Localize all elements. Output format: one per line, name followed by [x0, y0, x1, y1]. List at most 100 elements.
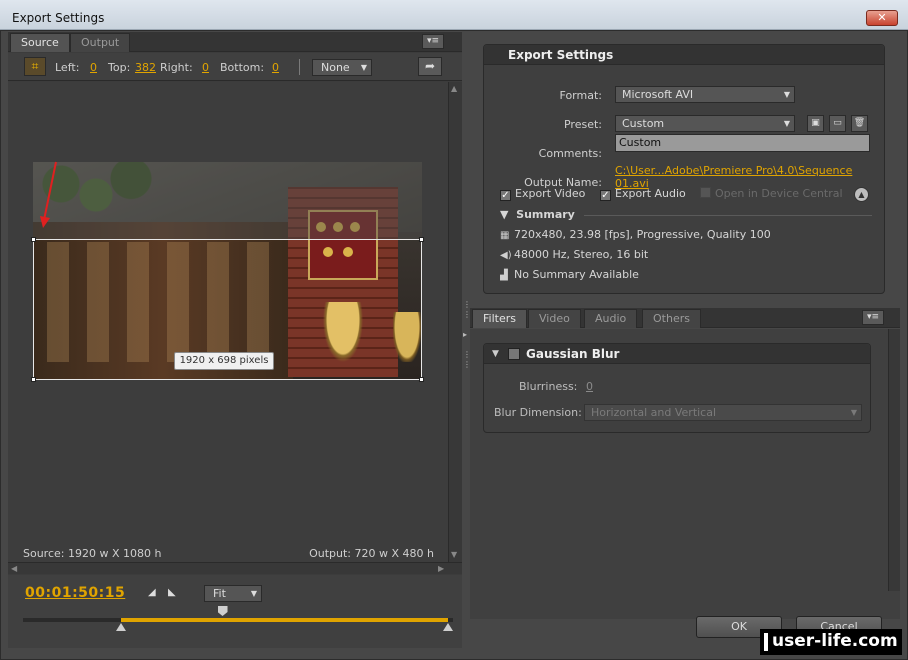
work-area-bar[interactable] [121, 618, 448, 622]
in-point-marker[interactable] [116, 623, 127, 631]
blur-dimension-dropdown[interactable]: Horizontal and Vertical ▼ [584, 404, 862, 421]
summary-other: ▟ No Summary Available [500, 268, 639, 281]
blurriness-value[interactable]: 0 [586, 380, 593, 393]
filter-tabs: Filters Video Audio Others ▾≡ [470, 308, 900, 328]
crop-left-value[interactable]: 0 [90, 61, 97, 74]
out-point-marker[interactable] [443, 623, 453, 631]
export-video-label: Export Video [515, 187, 586, 200]
scroll-down-icon[interactable]: ▼ [451, 550, 457, 559]
title-bar: Export Settings ✕ [0, 0, 908, 30]
tab-output[interactable]: Output [70, 33, 131, 52]
crop-handle[interactable] [419, 237, 424, 242]
triangle-down-icon[interactable]: ▼ [492, 344, 499, 364]
set-out-point-icon[interactable]: ◣ [168, 587, 176, 598]
save-preset-icon[interactable]: ▣ [807, 115, 824, 132]
tab-others[interactable]: Others [642, 309, 701, 328]
output-dimensions: Output: 720 w X 480 h [309, 547, 434, 560]
export-audio-label: Export Audio [615, 187, 686, 200]
format-dropdown[interactable]: Microsoft AVI ▼ [615, 86, 795, 103]
panel-divider[interactable]: ⋮ ⋮ ▸ ⋮ ⋮ [463, 300, 471, 380]
film-icon: ▦ [500, 230, 510, 241]
crop-bottom-value[interactable]: 0 [272, 61, 279, 74]
crop-toolbar: ⌗ Left: 0 Top: 382 Right: 0 Bottom: 0 No… [8, 53, 462, 81]
format-value: Microsoft AVI [622, 88, 694, 101]
collapse-up-icon[interactable]: ▲ [854, 187, 869, 202]
preset-value: Custom [622, 117, 665, 130]
window-title: Export Settings [12, 11, 105, 25]
crop-aspect-dropdown[interactable]: None ▼ [312, 59, 372, 76]
close-button[interactable]: ✕ [866, 10, 898, 26]
playhead-icon[interactable] [217, 606, 228, 616]
crop-bottom-label: Bottom: [220, 61, 265, 74]
crop-icon[interactable]: ⌗ [24, 57, 46, 76]
source-output-tabs: Source Output ▾≡ [8, 32, 462, 52]
red-arrow-annotation [40, 161, 57, 228]
timecode[interactable]: 00:01:50:15 [25, 585, 125, 601]
summary-video: ▦ 720x480, 23.98 [fps], Progressive, Qual… [500, 228, 771, 241]
gaussian-blur-title: Gaussian Blur [526, 347, 620, 361]
tab-filters[interactable]: Filters [472, 309, 527, 328]
gaussian-blur-group: ▼ Gaussian Blur Blurriness: 0 Blur Dimen… [483, 343, 871, 433]
blurriness-label: Blurriness: [519, 380, 578, 393]
checkmark-icon: ✓ [600, 190, 611, 201]
chevron-down-icon: ▼ [783, 119, 790, 128]
blur-dimension-label: Blur Dimension: [494, 406, 582, 419]
preset-dropdown[interactable]: Custom ▼ [615, 115, 795, 132]
device-central-label: Open in Device Central [715, 187, 843, 200]
device-central-checkbox[interactable]: Open in Device Central [700, 187, 843, 200]
crop-size-tag: 1920 x 698 pixels [174, 352, 274, 370]
crop-right-label: Right: [160, 61, 193, 74]
set-in-point-icon[interactable]: ◢ [148, 587, 156, 598]
chevron-down-icon: ▼ [783, 90, 790, 99]
gaussian-blur-checkbox[interactable] [508, 348, 520, 360]
export-video-checkbox[interactable]: ✓ Export Video [500, 187, 585, 201]
blur-dimension-value: Horizontal and Vertical [591, 406, 717, 419]
chevron-down-icon: ▼ [850, 408, 857, 417]
scroll-right-icon[interactable]: ▶ [438, 564, 444, 573]
delete-preset-icon[interactable]: 🗑 [851, 115, 868, 132]
checkmark-icon: ✓ [500, 190, 511, 201]
scroll-up-icon[interactable]: ▲ [451, 84, 457, 93]
zoom-dropdown[interactable]: Fit ▼ [204, 585, 262, 602]
import-preset-icon[interactable]: ▭ [829, 115, 846, 132]
crop-handle[interactable] [419, 377, 424, 382]
viewer-horizontal-scrollbar[interactable]: ◀ ▶ [8, 562, 462, 574]
panel-menu-icon[interactable]: ▾≡ [862, 310, 884, 325]
gaussian-blur-header: ▼ Gaussian Blur [484, 344, 870, 364]
crop-left-label: Left: [55, 61, 80, 74]
chevron-down-icon: ▼ [250, 589, 257, 598]
filters-area: ▼ Gaussian Blur Blurriness: 0 Blur Dimen… [470, 329, 900, 619]
triangle-down-icon: ▼ [500, 208, 509, 221]
speaker-icon: ◀) [500, 250, 512, 261]
summary-audio: ◀) 48000 Hz, Stereo, 16 bit [500, 248, 649, 261]
crop-handle[interactable] [31, 237, 36, 242]
zoom-value: Fit [213, 587, 226, 600]
filters-scrollbar[interactable] [888, 329, 900, 591]
tab-source[interactable]: Source [10, 33, 70, 52]
summary-toggle[interactable]: ▼ Summary [500, 208, 575, 221]
tab-audio[interactable]: Audio [584, 309, 638, 328]
tab-video[interactable]: Video [528, 309, 581, 328]
chart-icon: ▟ [500, 270, 508, 281]
preset-label: Preset: [563, 118, 602, 131]
crop-top-value[interactable]: 382 [135, 61, 156, 74]
timeline-bar: 00:01:50:15 ◢ ◣ Fit ▼ [8, 575, 462, 648]
viewer-vertical-scrollbar[interactable]: ▲ ▼ [448, 82, 462, 562]
format-label: Format: [559, 89, 602, 102]
toolbar-separator [299, 59, 300, 75]
crop-top-label: Top: [108, 61, 131, 74]
scroll-left-icon[interactable]: ◀ [11, 564, 17, 573]
settings-panel: Export Settings Format: Microsoft AVI ▼ … [470, 32, 900, 648]
export-audio-checkbox[interactable]: ✓ Export Audio [600, 187, 686, 201]
comments-input[interactable]: Custom [615, 134, 870, 152]
chevron-down-icon: ▼ [360, 63, 367, 72]
summary-label: Summary [516, 208, 575, 221]
panel-menu-icon[interactable]: ▾≡ [422, 34, 444, 49]
source-panel: Source Output ▾≡ ⌗ Left: 0 Top: 382 Righ… [8, 32, 462, 648]
crop-right-value[interactable]: 0 [202, 61, 209, 74]
watermark-logo: user-life.com [760, 629, 902, 655]
export-arrow-icon[interactable]: ➦ [418, 57, 442, 76]
comments-label: Comments: [538, 147, 602, 160]
crop-handle[interactable] [31, 377, 36, 382]
source-dimensions: Source: 1920 w X 1080 h [23, 547, 162, 560]
